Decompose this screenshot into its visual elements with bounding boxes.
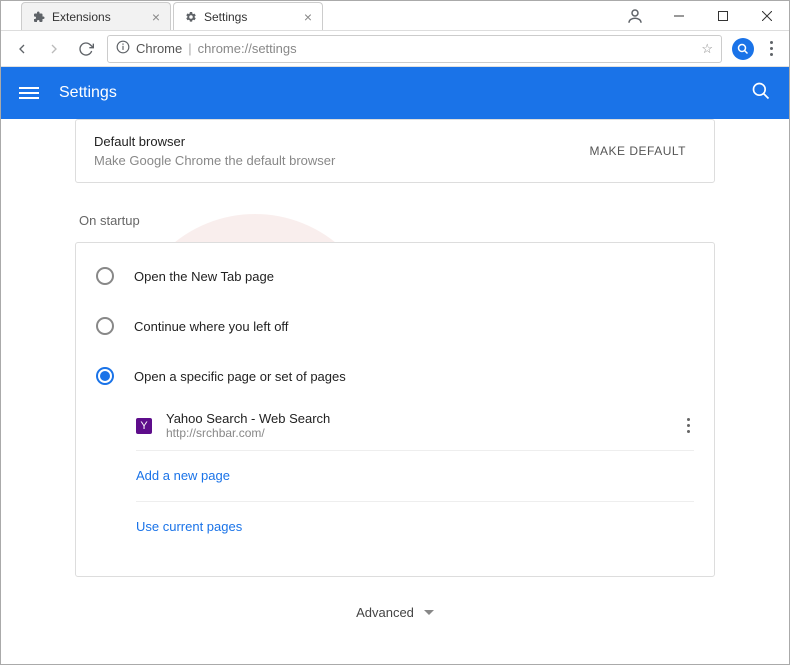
settings-header: Settings [1, 67, 789, 119]
advanced-label: Advanced [356, 605, 414, 620]
more-options-icon[interactable] [683, 414, 694, 437]
tab-label: Extensions [52, 10, 111, 24]
tab-settings[interactable]: Settings × [173, 2, 323, 30]
hamburger-menu-icon[interactable] [19, 87, 39, 99]
bookmark-star-icon[interactable]: ☆ [701, 41, 713, 57]
chrome-menu-icon[interactable] [764, 41, 779, 56]
content-area[interactable]: risk.com Default browser Make Google Chr… [1, 119, 789, 664]
advanced-toggle[interactable]: Advanced [75, 577, 715, 648]
url-text: chrome://settings [198, 41, 696, 56]
radio-icon[interactable] [96, 367, 114, 385]
close-button[interactable] [745, 1, 789, 31]
tab-extensions[interactable]: Extensions × [21, 2, 171, 30]
radio-label: Continue where you left off [134, 319, 288, 334]
tab-close-icon[interactable]: × [152, 9, 160, 25]
radio-icon[interactable] [96, 317, 114, 335]
gear-icon [184, 10, 198, 24]
radio-new-tab[interactable]: Open the New Tab page [76, 251, 714, 301]
startup-card: Open the New Tab page Continue where you… [75, 242, 715, 577]
radio-label: Open a specific page or set of pages [134, 369, 346, 384]
use-current-row: Use current pages [136, 502, 694, 552]
puzzle-icon [32, 10, 46, 24]
use-current-link[interactable]: Use current pages [136, 519, 242, 534]
radio-icon[interactable] [96, 267, 114, 285]
startup-pages-list: Y Yahoo Search - Web Search http://srchb… [76, 401, 714, 552]
default-browser-subtitle: Make Google Chrome the default browser [94, 153, 580, 168]
radio-specific-page[interactable]: Open a specific page or set of pages [76, 351, 714, 401]
radio-label: Open the New Tab page [134, 269, 274, 284]
tab-strip: Extensions × Settings × [1, 1, 613, 30]
chevron-down-icon [424, 610, 434, 615]
page-title: Settings [59, 84, 117, 102]
forward-button[interactable] [43, 38, 65, 60]
add-page-link[interactable]: Add a new page [136, 468, 230, 483]
startup-section-label: On startup [75, 213, 715, 228]
window-titlebar: Extensions × Settings × [1, 1, 789, 31]
window-controls [657, 1, 789, 30]
radio-continue[interactable]: Continue where you left off [76, 301, 714, 351]
address-bar[interactable]: Chrome | chrome://settings ☆ [107, 35, 722, 63]
page-item-title: Yahoo Search - Web Search [166, 411, 669, 426]
tab-label: Settings [204, 10, 247, 24]
make-default-button[interactable]: MAKE DEFAULT [580, 138, 696, 164]
tab-close-icon[interactable]: × [304, 9, 312, 25]
settings-search-icon[interactable] [751, 81, 771, 106]
browser-toolbar: Chrome | chrome://settings ☆ [1, 31, 789, 67]
startup-page-item: Y Yahoo Search - Web Search http://srchb… [136, 401, 694, 451]
maximize-button[interactable] [701, 1, 745, 31]
search-button[interactable] [732, 38, 754, 60]
page-item-url: http://srchbar.com/ [166, 426, 669, 440]
info-icon [116, 40, 130, 57]
add-page-row: Add a new page [136, 451, 694, 502]
reload-button[interactable] [75, 38, 97, 60]
default-browser-title: Default browser [94, 134, 580, 149]
url-scheme: Chrome [136, 41, 182, 56]
back-button[interactable] [11, 38, 33, 60]
minimize-button[interactable] [657, 1, 701, 31]
favicon: Y [136, 418, 152, 434]
profile-icon[interactable] [613, 1, 657, 31]
default-browser-card: Default browser Make Google Chrome the d… [75, 119, 715, 183]
